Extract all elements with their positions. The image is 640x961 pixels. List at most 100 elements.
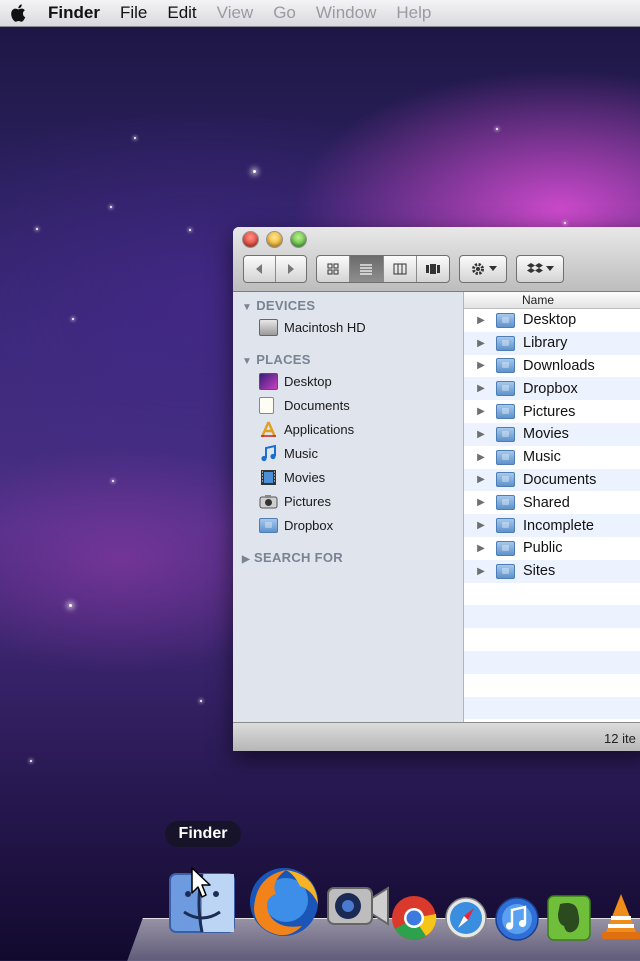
file-row[interactable]: ▶ Desktop: [464, 309, 640, 332]
sidebar-item-desktop[interactable]: Desktop: [259, 370, 332, 392]
file-row[interactable]: ▶ Downloads: [464, 355, 640, 378]
menu-window[interactable]: Window: [306, 0, 386, 26]
menu-file[interactable]: File: [110, 0, 157, 26]
sidebar-item-label: Applications: [284, 421, 355, 437]
sidebar-item-macintosh-hd[interactable]: Macintosh HD: [259, 316, 366, 338]
search-for-label: SEARCH FOR: [254, 550, 343, 565]
file-row[interactable]: ▶ Shared: [464, 491, 640, 514]
evernote-dock-icon[interactable]: [546, 894, 592, 942]
places-section-header[interactable]: ▼ PLACES: [242, 352, 311, 367]
facetime-camera-dock-icon[interactable]: [326, 868, 394, 936]
music-note-icon: [261, 444, 276, 461]
sidebar-item-applications[interactable]: Applications: [259, 418, 354, 440]
folder-icon: [496, 358, 515, 374]
file-row[interactable]: ▶ Movies: [464, 422, 640, 446]
desktop-icon: [259, 372, 278, 390]
empty-row: [464, 696, 640, 720]
coverflow-view-button[interactable]: [417, 256, 449, 282]
sidebar-item-label: Documents: [284, 397, 350, 413]
disclosure-closed-icon[interactable]: ▶: [472, 315, 490, 326]
file-row[interactable]: ▶ Pictures: [464, 400, 640, 423]
disclosure-closed-icon[interactable]: ▶: [472, 338, 490, 349]
close-button[interactable]: [243, 232, 258, 247]
devices-section-header[interactable]: ▼ DEVICES: [242, 298, 315, 313]
disclosure-closed-icon[interactable]: ▶: [472, 474, 490, 485]
search-for-section-header[interactable]: ▶ SEARCH FOR: [242, 550, 343, 565]
menu-app-name[interactable]: Finder: [38, 0, 110, 26]
icon-view-button[interactable]: [317, 256, 351, 282]
disclosure-closed-icon[interactable]: ▶: [472, 383, 490, 394]
sidebar-item-movies[interactable]: Movies: [259, 466, 325, 488]
file-row[interactable]: ▶ Documents: [464, 468, 640, 492]
disclosure-closed-icon[interactable]: ▶: [472, 497, 490, 508]
name-column-header[interactable]: Name: [464, 292, 640, 309]
sidebar-item-pictures[interactable]: Pictures: [259, 490, 331, 512]
folder-icon: [496, 335, 515, 351]
action-menu-button[interactable]: [459, 255, 507, 283]
file-name: Sites: [523, 563, 556, 580]
dropbox-menu-button[interactable]: [516, 255, 564, 283]
menu-edit[interactable]: Edit: [157, 0, 206, 26]
star: [69, 604, 72, 607]
forward-button[interactable]: [276, 256, 307, 282]
places-label: PLACES: [256, 352, 311, 367]
file-name: Desktop: [523, 312, 577, 329]
file-row[interactable]: ▶ Sites: [464, 559, 640, 583]
firefox-dock-icon[interactable]: [246, 864, 322, 940]
disclosure-closed-icon[interactable]: ▶: [472, 429, 490, 440]
back-button[interactable]: [244, 256, 276, 282]
itunes-dock-icon[interactable]: [494, 896, 540, 942]
status-bar: 12 ite: [233, 722, 640, 751]
dropbox-button[interactable]: [517, 256, 563, 282]
disclosure-closed-icon[interactable]: ▶: [472, 360, 490, 371]
folder-icon: [496, 563, 515, 579]
folder-icon: [496, 518, 515, 534]
file-row[interactable]: ▶ Library: [464, 331, 640, 355]
action-button[interactable]: [460, 256, 506, 282]
devices-label: DEVICES: [256, 298, 316, 313]
disclosure-closed-icon[interactable]: ▶: [472, 543, 490, 554]
folder-icon: [496, 404, 515, 420]
folder-icon: [496, 426, 515, 442]
file-name: Music: [523, 449, 561, 466]
chrome-dock-icon[interactable]: [390, 894, 438, 942]
zoom-button[interactable]: [291, 232, 306, 247]
list-view-icon: [360, 264, 373, 275]
column-view-button[interactable]: [384, 256, 417, 282]
sidebar-item-label: Dropbox: [284, 517, 334, 533]
coverflow-view-icon: [425, 264, 440, 274]
sidebar-item-label: Macintosh HD: [284, 319, 366, 335]
menu-help[interactable]: Help: [386, 0, 441, 26]
folder-icon: [496, 495, 515, 511]
disclosure-closed-icon[interactable]: ▶: [472, 452, 490, 463]
sidebar-item-label: Pictures: [284, 493, 331, 509]
disclosure-open-icon: ▼: [242, 302, 253, 313]
file-row[interactable]: ▶ Dropbox: [464, 377, 640, 401]
applications-icon: [260, 421, 277, 437]
file-row[interactable]: ▶ Incomplete: [464, 514, 640, 537]
sidebar-item-music[interactable]: Music: [259, 442, 318, 464]
file-row[interactable]: ▶ Music: [464, 446, 640, 469]
safari-dock-icon[interactable]: [444, 896, 488, 940]
file-list: Name ▶ Desktop ▶ Library ▶ Downloads ▶ Dropbox ▶…: [464, 292, 640, 722]
vlc-dock-icon[interactable]: [598, 892, 640, 942]
finder-sidebar: ▼ DEVICES Macintosh HD ▼ PLACES Desktop Do…: [233, 292, 464, 722]
minimize-button[interactable]: [267, 232, 282, 247]
folder-icon: [496, 449, 515, 465]
file-row[interactable]: ▶ Public: [464, 537, 640, 560]
sidebar-item-dropbox[interactable]: Dropbox: [259, 514, 333, 536]
star: [200, 700, 202, 702]
file-name: Documents: [523, 471, 597, 488]
disclosure-closed-icon[interactable]: ▶: [472, 406, 490, 417]
menu-view[interactable]: View: [207, 0, 264, 26]
list-view-button[interactable]: [350, 256, 384, 282]
star: [30, 760, 32, 762]
file-name: Incomplete: [523, 517, 594, 534]
disclosure-closed-icon[interactable]: ▶: [472, 566, 490, 577]
sidebar-item-documents[interactable]: Documents: [259, 394, 350, 416]
disclosure-closed-icon[interactable]: ▶: [472, 520, 490, 531]
apple-menu-icon[interactable]: [8, 2, 30, 24]
menu-go[interactable]: Go: [263, 0, 306, 26]
folder-icon: [496, 381, 515, 397]
empty-row: [464, 628, 640, 651]
